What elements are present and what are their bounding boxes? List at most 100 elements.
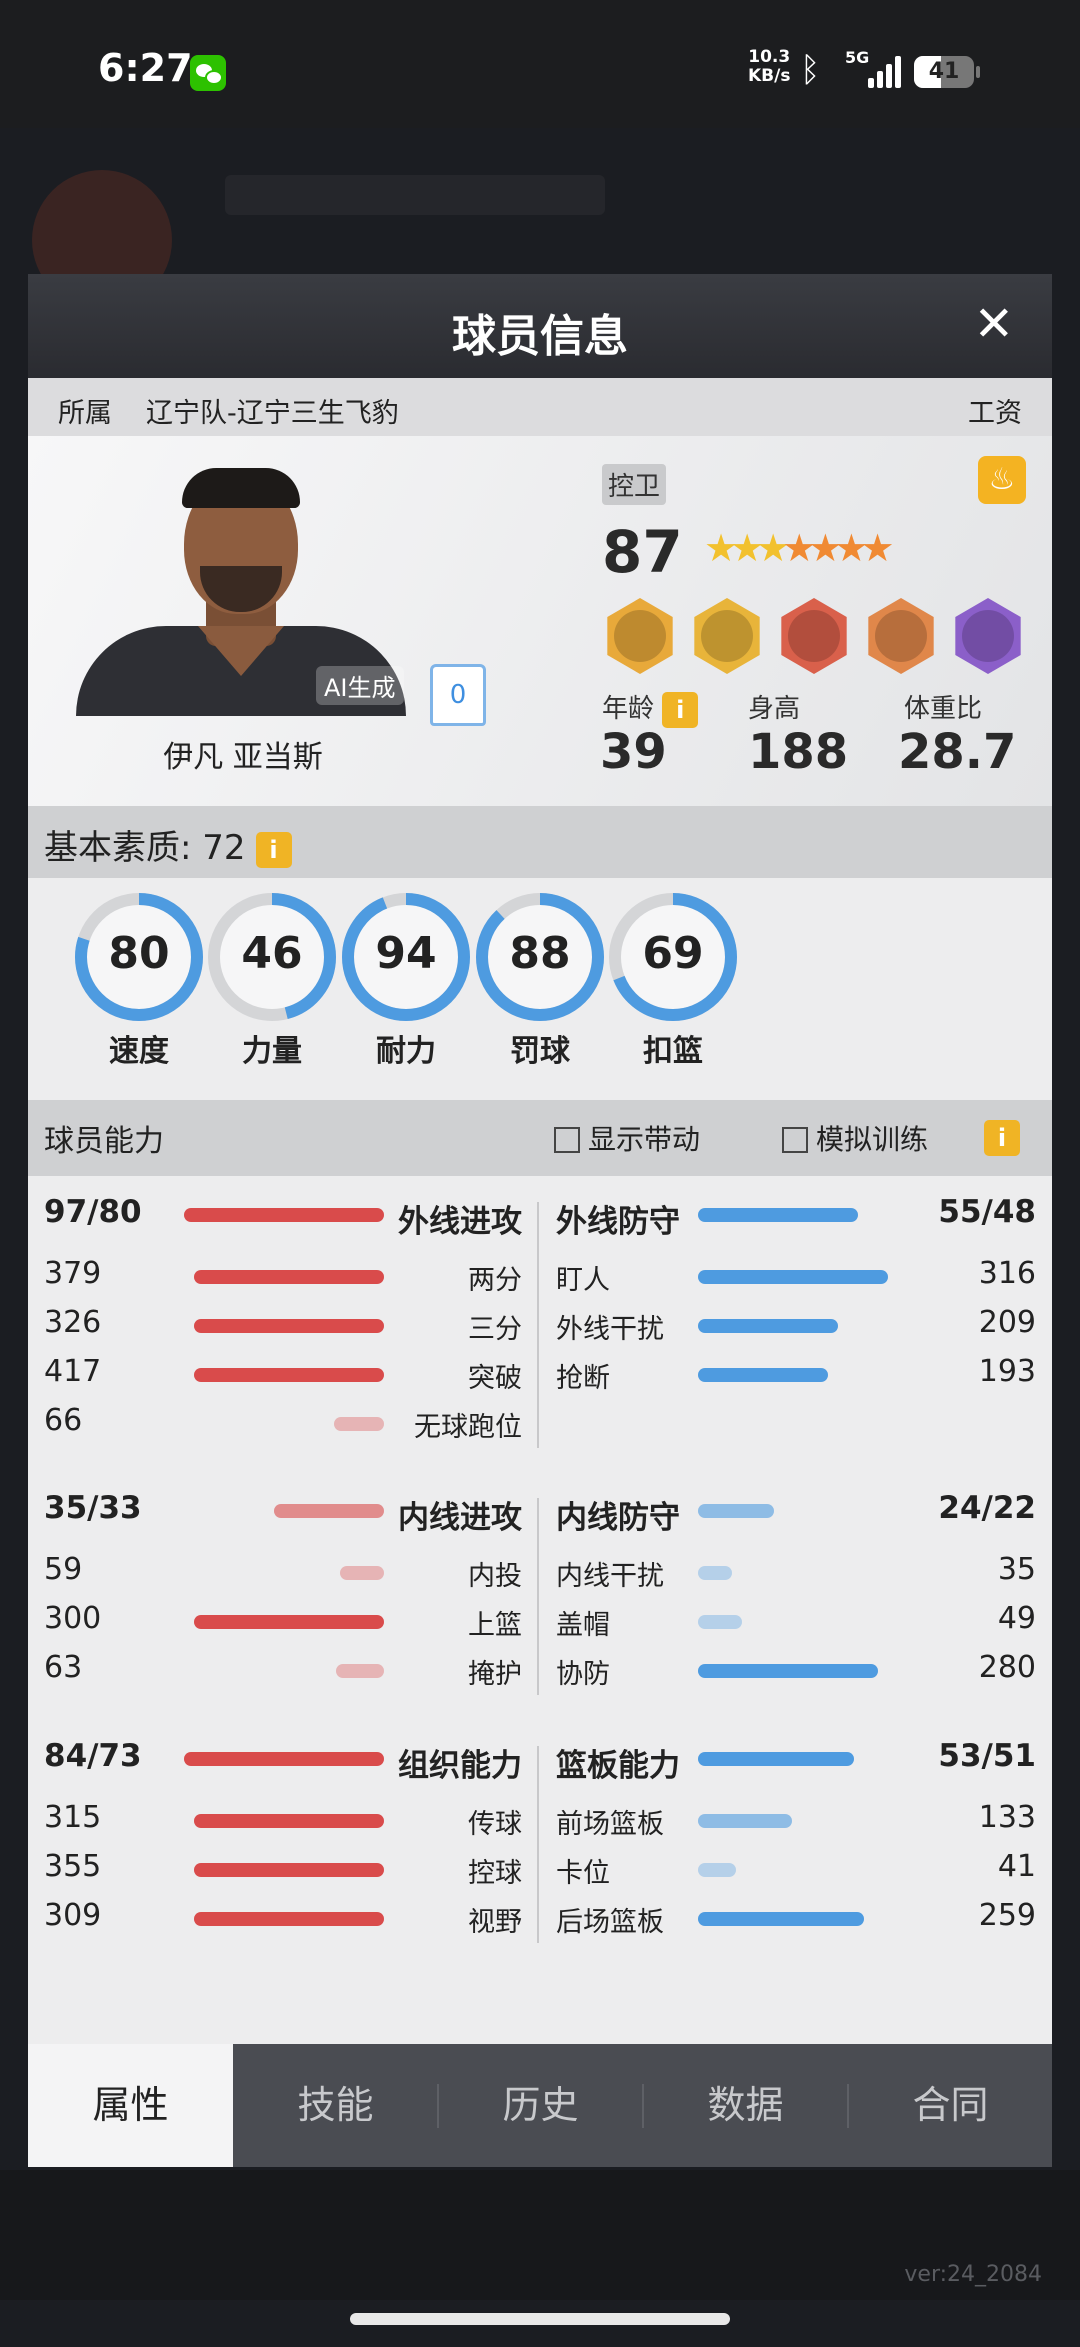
- version-label: ver:24_2084: [904, 2262, 1042, 2287]
- defense-badge[interactable]: [781, 598, 847, 674]
- ability-bar: [334, 1417, 384, 1431]
- weight-ratio-label: 体重比: [904, 694, 983, 724]
- ability-bar: [340, 1566, 384, 1580]
- player-profile: AI生成 0 伊凡 亚当斯 控卫 ♨ 87 ★★★★★★★ 年龄 i 身高 体重…: [28, 436, 1052, 806]
- ability-value: 417: [44, 1354, 102, 1389]
- star-icon: ★: [756, 526, 790, 570]
- player-name: 伊凡 亚当斯: [163, 740, 323, 775]
- close-icon[interactable]: ✕: [974, 296, 1014, 352]
- gauge-value: 88: [509, 928, 571, 979]
- salary-button[interactable]: 工资: [968, 391, 1022, 430]
- player-portrait: AI生成: [76, 466, 406, 716]
- ability-value: 300: [44, 1601, 102, 1636]
- ability-bar: [336, 1664, 384, 1678]
- show-boost-checkbox[interactable]: 显示带动: [554, 1118, 700, 1158]
- tab-5[interactable]: 合同: [848, 2044, 1052, 2167]
- ability-title: 球员能力: [44, 1124, 164, 1159]
- basic-attributes-title: 基本素质: 72 i: [44, 820, 292, 869]
- fire-icon[interactable]: ♨: [978, 456, 1026, 504]
- ability-group-name: 内线进攻: [398, 1500, 522, 1536]
- speed-badge[interactable]: [694, 598, 760, 674]
- jersey-icon: 0: [430, 656, 486, 726]
- ability-group-value: 55/48: [938, 1194, 1036, 1230]
- position-tag: 控卫: [602, 464, 667, 505]
- ability-value: 316: [978, 1256, 1036, 1291]
- ability-value: 259: [978, 1898, 1036, 1933]
- ability-group-value: 84/73: [44, 1738, 142, 1774]
- network-speed: 10.3 KB/s: [748, 48, 790, 86]
- age-info-icon[interactable]: i: [662, 691, 699, 728]
- age-value: 39: [600, 724, 667, 780]
- ability-name: 协防: [556, 1659, 610, 1690]
- ability-bar: [184, 1208, 384, 1222]
- tab-separator: [847, 2084, 849, 2128]
- height-label: 身高: [748, 694, 801, 724]
- ability-value: 379: [44, 1256, 102, 1291]
- tab-3[interactable]: 历史: [438, 2044, 643, 2167]
- ability-value: 193: [978, 1354, 1036, 1389]
- bluetooth-icon: ᛒ: [800, 50, 821, 90]
- wechat-icon: [190, 55, 226, 91]
- ability-bar: [194, 1912, 384, 1926]
- gauge-label: 罚球: [510, 1034, 570, 1069]
- star-icon: ★: [704, 526, 738, 570]
- ability-value: 355: [44, 1849, 102, 1884]
- ability-bar: [194, 1270, 384, 1284]
- ability-name: 突破: [468, 1363, 522, 1394]
- network-type: 5G: [845, 48, 870, 67]
- ability-bar: [698, 1752, 854, 1766]
- star-icon: ★: [808, 526, 842, 570]
- ability-bar: [698, 1615, 742, 1629]
- bottom-tabs: 属性 技能 历史 数据 合同: [28, 2044, 1052, 2167]
- home-indicator[interactable]: [350, 2313, 730, 2325]
- ability-bar: [698, 1664, 878, 1678]
- ability-divider: [537, 1498, 539, 1695]
- ability-value: 59: [44, 1552, 83, 1587]
- ability-name: 三分: [468, 1314, 522, 1345]
- affiliation-team: 辽宁队-辽宁三生飞豹: [146, 398, 399, 429]
- status-bar: 6:27 10.3 KB/s ᛒ 5G 41: [0, 0, 1080, 128]
- ability-name: 上篮: [468, 1610, 522, 1641]
- ability-bar: [274, 1504, 384, 1518]
- ability-bar: [698, 1863, 736, 1877]
- signal-icon: [868, 56, 904, 88]
- ability-name: 两分: [468, 1265, 522, 1296]
- ability-bar: [698, 1319, 838, 1333]
- ability-bar: [698, 1566, 732, 1580]
- playmaker-badge[interactable]: [955, 598, 1021, 674]
- gauge-label: 扣篮: [643, 1034, 703, 1069]
- height-value: 188: [748, 724, 849, 780]
- tab-4[interactable]: 数据: [643, 2044, 848, 2167]
- modal-title: 球员信息: [452, 311, 628, 362]
- ability-bar: [698, 1814, 792, 1828]
- gauge-value: 80: [108, 928, 170, 979]
- basic-info-icon[interactable]: i: [255, 831, 292, 868]
- gauge-5: 69 扣篮: [606, 890, 740, 1069]
- gauge-label: 耐力: [376, 1034, 436, 1069]
- ability-value: 66: [44, 1403, 83, 1438]
- ai-generated-badge: AI生成: [316, 666, 404, 705]
- sim-training-checkbox[interactable]: 模拟训练: [782, 1118, 928, 1158]
- ability-bar: [194, 1368, 384, 1382]
- ability-bar: [194, 1814, 384, 1828]
- ability-bar: [698, 1912, 864, 1926]
- ability-info-icon[interactable]: i: [984, 1120, 1020, 1156]
- inside-scorer-badge[interactable]: [607, 598, 673, 674]
- player-badges: [602, 598, 1042, 678]
- three-point-badge[interactable]: [868, 598, 934, 674]
- ability-divider: [537, 1746, 539, 1943]
- ability-name: 后场篮板: [556, 1907, 664, 1938]
- gauge-value: 46: [241, 928, 303, 979]
- ability-bar: [698, 1270, 888, 1284]
- star-icon: ★: [730, 526, 764, 570]
- tab-2[interactable]: 技能: [233, 2044, 438, 2167]
- ability-name: 盖帽: [556, 1610, 610, 1641]
- ability-group-value: 97/80: [44, 1194, 142, 1230]
- ability-section-bar: 球员能力 显示带动 模拟训练 i: [28, 1100, 1052, 1176]
- ability-bar: [698, 1504, 774, 1518]
- tab-1[interactable]: 属性: [28, 2044, 233, 2167]
- ability-group-name: 外线防守: [556, 1204, 680, 1240]
- ability-value: 309: [44, 1898, 102, 1933]
- ability-bar: [194, 1319, 384, 1333]
- gauge-1: 80 速度: [72, 890, 206, 1069]
